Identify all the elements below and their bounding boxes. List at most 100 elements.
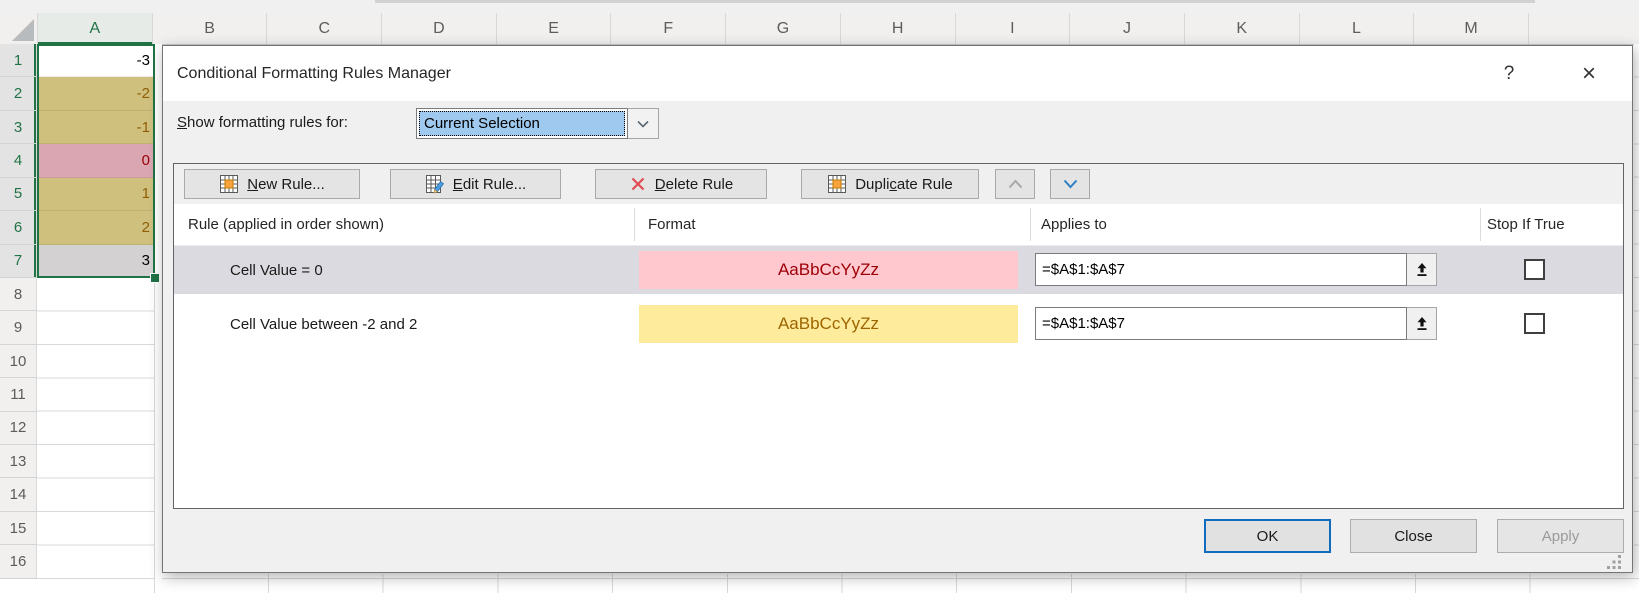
format-preview: AaBbCcYyZz xyxy=(639,251,1018,289)
row-header[interactable]: 14 xyxy=(0,478,37,511)
column-header[interactable]: K xyxy=(1185,13,1300,44)
header-stop-if-true: Stop If True xyxy=(1487,204,1565,245)
column-header[interactable]: H xyxy=(841,13,956,44)
header-separator xyxy=(634,208,635,241)
cell[interactable]: 0 xyxy=(37,144,155,177)
chevron-down-icon xyxy=(1063,179,1078,189)
top-edge-artifact xyxy=(375,0,1535,3)
column-header[interactable]: I xyxy=(956,13,1071,44)
column-header[interactable]: E xyxy=(497,13,612,44)
edit-rule-label: Edit Rule... xyxy=(453,176,526,193)
cell[interactable]: -2 xyxy=(37,77,155,110)
new-rule-label: New Rule... xyxy=(247,176,325,193)
column-header[interactable]: G xyxy=(726,13,841,44)
row-header[interactable]: 5 xyxy=(0,178,37,211)
row-header[interactable]: 12 xyxy=(0,412,37,445)
applies-to-input[interactable] xyxy=(1035,307,1407,340)
delete-rule-label: Delete Rule xyxy=(655,176,733,193)
edit-rule-button[interactable]: Edit Rule... xyxy=(390,169,561,199)
row-header[interactable]: 10 xyxy=(0,345,37,378)
row-header[interactable]: 8 xyxy=(0,278,37,311)
ok-button[interactable]: OK xyxy=(1204,519,1331,553)
show-rules-dropdown[interactable]: Current Selection xyxy=(416,108,659,139)
edit-pencil-icon xyxy=(425,174,445,194)
header-separator xyxy=(1030,208,1031,241)
column-header[interactable]: L xyxy=(1300,13,1415,44)
fill-handle[interactable] xyxy=(150,273,160,283)
row-header[interactable]: 7 xyxy=(0,245,37,278)
row-header[interactable]: 9 xyxy=(0,311,37,344)
column-header[interactable]: D xyxy=(382,13,497,44)
excel-window: { "colors": { "excel_green": "#217346", … xyxy=(0,0,1639,593)
column-header-filler xyxy=(1529,13,1639,44)
applies-to-input[interactable] xyxy=(1035,253,1407,286)
row-header[interactable]: 6 xyxy=(0,211,37,244)
row-header[interactable]: 11 xyxy=(0,378,37,411)
stop-if-true-checkbox[interactable] xyxy=(1524,313,1545,334)
header-rule: Rule (applied in order shown) xyxy=(188,204,384,245)
rules-list: Cell Value = 0 AaBbCcYyZz Cell Valu xyxy=(174,246,1623,354)
format-preview: AaBbCcYyZz xyxy=(639,305,1018,343)
delete-rule-button[interactable]: Delete Rule xyxy=(595,169,767,199)
row-header[interactable]: 13 xyxy=(0,445,37,478)
help-button[interactable]: ? xyxy=(1487,46,1531,101)
dropdown-chevron-button[interactable] xyxy=(628,108,659,139)
cell[interactable]: 3 xyxy=(37,245,155,278)
column-header[interactable]: J xyxy=(1070,13,1185,44)
collapse-dialog-icon xyxy=(1415,262,1429,278)
row-header[interactable]: 2 xyxy=(0,77,37,110)
column-header-list: ABCDEFGHIJKLM xyxy=(38,13,1529,44)
empty-cells-grid[interactable] xyxy=(37,278,155,593)
rule-row[interactable]: Cell Value = 0 AaBbCcYyZz xyxy=(174,246,1623,294)
range-picker-button[interactable] xyxy=(1407,307,1437,340)
dialog-title: Conditional Formatting Rules Manager xyxy=(177,65,451,83)
rules-table-header: Rule (applied in order shown) Format App… xyxy=(174,204,1623,246)
conditional-formatting-rules-manager-dialog: Conditional Formatting Rules Manager ? ×… xyxy=(162,45,1633,573)
column-header[interactable]: B xyxy=(153,13,268,44)
dropdown-selected-value: Current Selection xyxy=(419,111,625,136)
select-all-triangle-icon xyxy=(12,19,34,41)
move-up-button[interactable] xyxy=(995,169,1035,199)
cell[interactable]: -3 xyxy=(37,44,155,77)
row-header[interactable]: 1 xyxy=(0,44,37,77)
column-header[interactable]: M xyxy=(1414,13,1529,44)
close-icon[interactable]: × xyxy=(1567,46,1611,101)
collapse-dialog-icon xyxy=(1415,316,1429,332)
range-picker-button[interactable] xyxy=(1407,253,1437,286)
stop-if-true-checkbox[interactable] xyxy=(1524,259,1545,280)
column-header[interactable]: F xyxy=(611,13,726,44)
rule-description: Cell Value = 0 xyxy=(230,246,323,294)
new-rule-button[interactable]: New Rule... xyxy=(184,169,360,199)
duplicate-rule-button[interactable]: Duplicate Rule xyxy=(801,169,979,199)
applies-to-field xyxy=(1035,253,1437,286)
grid-right-sliver xyxy=(1634,44,1639,593)
close-button[interactable]: Close xyxy=(1350,519,1477,553)
top-edge-strip xyxy=(0,0,1639,13)
header-format: Format xyxy=(648,204,696,245)
move-down-button[interactable] xyxy=(1050,169,1090,199)
row-header[interactable]: 16 xyxy=(0,545,37,578)
red-x-icon xyxy=(629,175,647,193)
column-a-cells: -3-2-10123 xyxy=(37,44,155,278)
cell[interactable]: -1 xyxy=(37,111,155,144)
row-headers: 12345678910111213141516 xyxy=(0,44,37,579)
applies-to-field xyxy=(1035,307,1437,340)
dropdown-field[interactable]: Current Selection xyxy=(416,108,628,139)
resize-grip[interactable] xyxy=(1607,555,1623,569)
rule-row[interactable]: Cell Value between -2 and 2 AaBbCcYyZz xyxy=(174,300,1623,348)
grid-bottom-strip xyxy=(162,574,1634,593)
row-header[interactable]: 4 xyxy=(0,144,37,177)
dialog-titlebar[interactable]: Conditional Formatting Rules Manager xyxy=(163,46,1632,101)
cell[interactable]: 1 xyxy=(37,178,155,211)
column-header[interactable]: A xyxy=(38,13,153,44)
rule-description: Cell Value between -2 and 2 xyxy=(230,300,417,348)
row-header[interactable]: 15 xyxy=(0,512,37,545)
cell[interactable]: 2 xyxy=(37,211,155,244)
column-header[interactable]: C xyxy=(267,13,382,44)
show-rules-label: Show formatting rules for: xyxy=(177,114,348,131)
row-header[interactable]: 3 xyxy=(0,111,37,144)
rules-toolbar: New Rule... Edit Rule... Delete Rule xyxy=(174,164,1623,205)
select-all-button[interactable] xyxy=(0,13,38,44)
header-applies-to: Applies to xyxy=(1041,204,1107,245)
chevron-up-icon xyxy=(1008,179,1023,189)
